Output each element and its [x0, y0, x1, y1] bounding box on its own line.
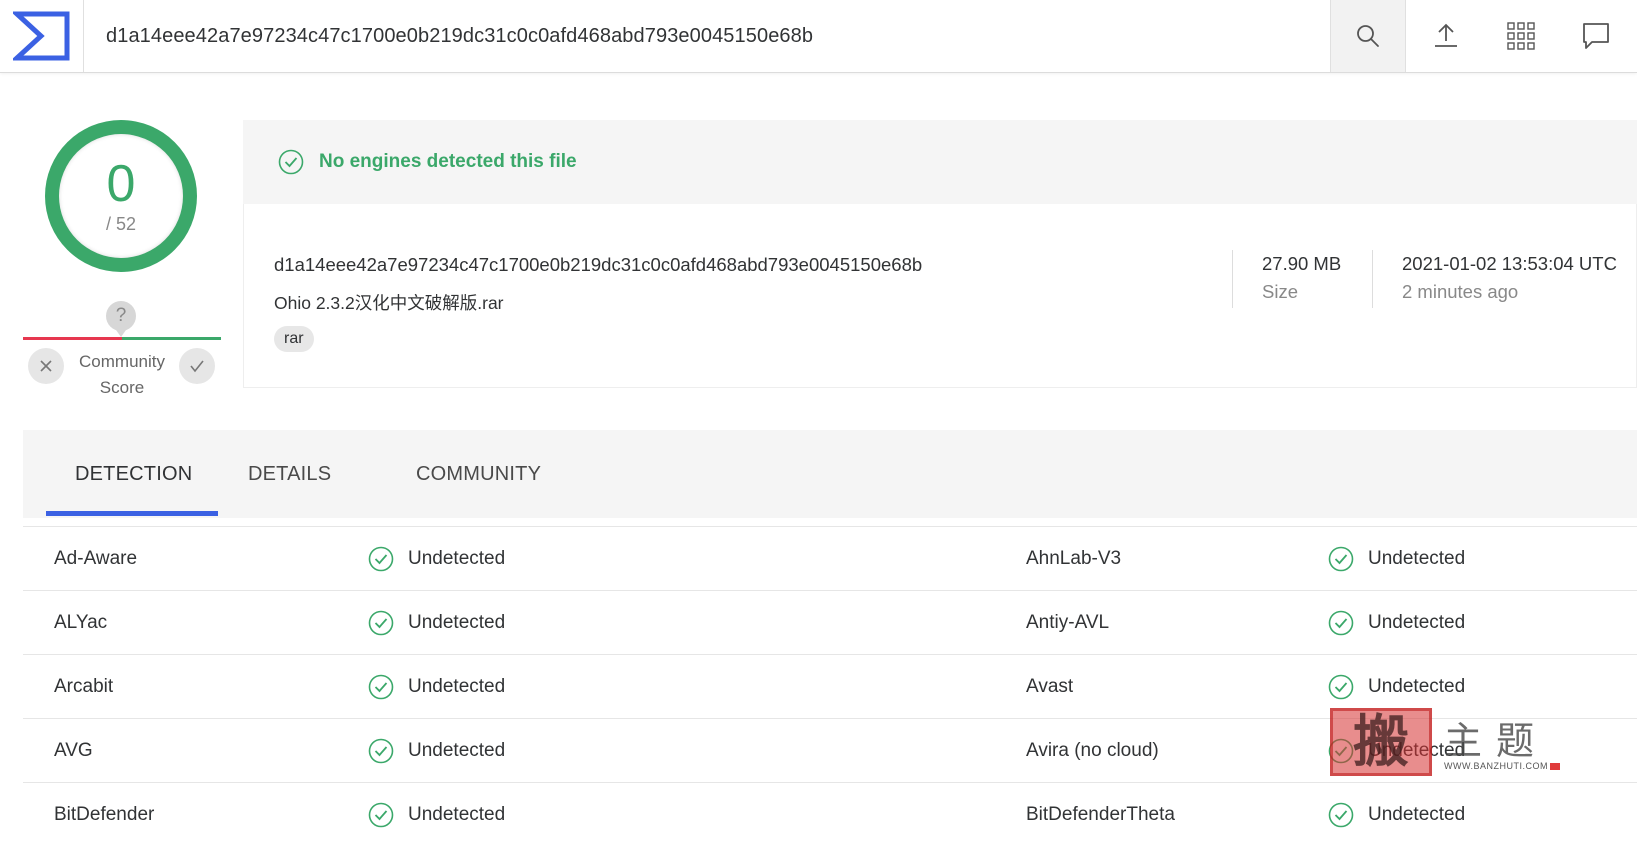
last-analysis-date: 2021-01-02 13:53:04 UTC: [1402, 253, 1617, 274]
detection-result: Undetected: [368, 591, 505, 655]
table-row: Ad-Aware Undetected AhnLab-V3 Undetected: [23, 527, 1637, 591]
check-circle-icon: [368, 738, 394, 764]
engine-name: ALYac: [54, 612, 108, 633]
watermark-stamp: 搬: [1330, 708, 1432, 776]
detection-table: Ad-Aware Undetected AhnLab-V3 Undetected ALY…: [23, 526, 1637, 846]
engine-name: Avira (no cloud): [1026, 740, 1159, 761]
detection-result-label: Undetected: [408, 804, 506, 825]
watermark-accent: [1550, 763, 1560, 770]
active-tab-indicator: [46, 511, 218, 516]
file-size-value: 27.90 MB: [1262, 253, 1342, 274]
divider: [1232, 250, 1233, 308]
detection-result-label: Undetected: [408, 548, 506, 569]
close-icon: [40, 360, 52, 372]
detection-result: Undetected: [368, 655, 505, 719]
file-hash[interactable]: d1a14eee42a7e97234c47c1700e0b219dc31c0c0…: [274, 254, 922, 276]
watermark: 搬 主题 WWW.BANZHUTI.COM: [1330, 708, 1560, 776]
vote-harmless-button[interactable]: [179, 348, 215, 384]
detection-result: Undetected: [1328, 783, 1465, 846]
chat-icon: [1583, 23, 1609, 49]
upload-icon: [1435, 23, 1457, 47]
check-icon: [190, 360, 204, 373]
engine-name: BitDefender: [54, 804, 155, 825]
check-circle-icon: [1328, 802, 1354, 828]
tab-community[interactable]: COMMUNITY: [416, 430, 541, 518]
community-score-unknown-badge: ?: [106, 301, 136, 337]
engine-name: Antiy-AVL: [1026, 612, 1110, 633]
check-circle-icon: [1328, 546, 1354, 572]
upload-button[interactable]: [1408, 0, 1484, 72]
engine-name: Avast: [1026, 676, 1074, 697]
search-button[interactable]: [1330, 0, 1406, 72]
detection-result-label: Undetected: [408, 740, 506, 761]
check-circle-icon: [368, 802, 394, 828]
virustotal-logo[interactable]: [0, 0, 84, 72]
community-positive-bar: [122, 337, 221, 340]
detection-result-label: Undetected: [1368, 804, 1466, 825]
table-row: ALYac Undetected Antiy-AVL Undetected: [23, 591, 1637, 655]
detection-result-label: Undetected: [408, 612, 506, 633]
search-icon: [1357, 25, 1379, 47]
detection-result-label: Undetected: [408, 676, 506, 697]
watermark-text: 主题: [1444, 719, 1549, 763]
detection-result-label: Undetected: [1368, 548, 1466, 569]
detection-result: Undetected: [1328, 527, 1465, 591]
community-negative-bar: [23, 337, 122, 340]
vote-malicious-button[interactable]: [28, 348, 64, 384]
file-summary: d1a14eee42a7e97234c47c1700e0b219dc31c0c0…: [243, 204, 1637, 388]
detection-count: 0: [106, 154, 136, 213]
apps-grid-icon: [1507, 22, 1535, 50]
file-size-label: Size: [1262, 281, 1298, 302]
check-circle-icon: [368, 546, 394, 572]
detection-result: Undetected: [368, 527, 505, 591]
engine-total: / 52: [105, 213, 137, 234]
top-bar: d1a14eee42a7e97234c47c1700e0b219dc31c0c0…: [0, 0, 1637, 73]
detection-summary-banner: No engines detected this file: [243, 120, 1637, 204]
engine-name: AVG: [54, 740, 93, 761]
tab-details[interactable]: DETAILS: [248, 430, 331, 518]
detection-result: Undetected: [368, 719, 505, 783]
check-circle-icon: [368, 674, 394, 700]
apps-button[interactable]: [1483, 0, 1559, 72]
file-name: Ohio 2.3.2汉化中文破解版.rar: [274, 293, 504, 313]
file-tag[interactable]: rar: [274, 326, 314, 352]
community-score-bar: [23, 337, 221, 340]
detection-score: 0 / 52: [59, 134, 183, 258]
divider: [1372, 250, 1373, 308]
detection-summary-text: No engines detected this file: [319, 151, 577, 172]
report-tabs: DETECTION DETAILS COMMUNITY: [23, 430, 1637, 518]
detection-result: Undetected: [368, 783, 505, 846]
chat-button[interactable]: [1558, 0, 1634, 72]
community-score-label: Community Score: [79, 352, 165, 397]
last-analysis-relative: 2 minutes ago: [1402, 281, 1519, 302]
check-circle-icon: [368, 610, 394, 636]
detection-result-label: Undetected: [1368, 676, 1466, 697]
search-input[interactable]: d1a14eee42a7e97234c47c1700e0b219dc31c0c0…: [106, 0, 813, 72]
check-circle-icon: [1328, 610, 1354, 636]
detection-result-label: Undetected: [1368, 612, 1466, 633]
table-row: BitDefender Undetected BitDefenderTheta Und…: [23, 783, 1637, 846]
tab-detection[interactable]: DETECTION: [75, 430, 192, 518]
detection-result: Undetected: [1328, 591, 1465, 655]
engine-name: Arcabit: [54, 676, 114, 697]
engine-name: BitDefenderTheta: [1026, 804, 1175, 825]
check-circle-icon: [278, 149, 304, 175]
check-circle-icon: [1328, 674, 1354, 700]
detection-score-ring: 0 / 52: [45, 120, 197, 272]
watermark-url: WWW.BANZHUTI.COM: [1444, 761, 1548, 771]
engine-name: AhnLab-V3: [1026, 548, 1122, 569]
engine-name: Ad-Aware: [54, 548, 138, 569]
